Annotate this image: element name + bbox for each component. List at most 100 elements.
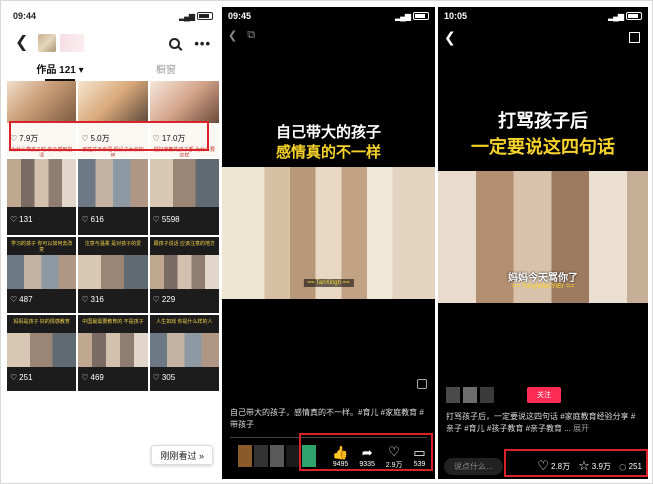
thumbnail-caption: 妈妈是孩子 好的情感教育 bbox=[13, 319, 70, 325]
work-thumbnail[interactable]: ♡ 17.0万 挺好家教的孩子都 为什么要这样 bbox=[149, 81, 219, 157]
signal-icon: ▂▄▆ bbox=[179, 11, 195, 21]
share-button[interactable]: ➦ 9335 bbox=[359, 446, 375, 468]
status-bar: 10:05 ▂▄▆ bbox=[438, 7, 648, 25]
battery-icon bbox=[197, 12, 213, 20]
status-time: 09:44 bbox=[13, 11, 37, 21]
work-thumbnail[interactable]: 学习的孩子 你可以如何去改变 ♡ 487 bbox=[7, 237, 77, 313]
like-count: 305 bbox=[161, 373, 176, 382]
pip-icon[interactable]: ⧉ bbox=[247, 29, 255, 42]
fullscreen-icon[interactable] bbox=[417, 379, 427, 389]
heart-icon: ♡ bbox=[81, 295, 89, 304]
heart-icon: ♡ bbox=[152, 215, 160, 224]
favorite-button[interactable]: ♡ 2.9万 bbox=[386, 445, 403, 470]
thumb-swatch[interactable] bbox=[286, 445, 300, 467]
comment-icon: ▭ bbox=[413, 445, 426, 460]
thumb-swatch[interactable] bbox=[270, 445, 284, 467]
thumbnail-caption: 中国最需要教育的 不是孩子 bbox=[82, 319, 144, 325]
like-count: 469 bbox=[90, 373, 104, 382]
thumbs-up-icon: 👍 bbox=[332, 445, 349, 460]
avatar[interactable] bbox=[446, 387, 460, 403]
related-thumbnails bbox=[238, 445, 316, 467]
author-row: 关注 bbox=[446, 387, 561, 403]
comment-button[interactable]: ▭ 539 bbox=[413, 446, 425, 468]
thumbnail-caption: 挺好家教的孩子都 为什么要这样 bbox=[153, 147, 216, 157]
video-screen-2: 10:05 ▂▄▆ ❮ 打骂孩子后 一定要说这四句话 妈妈今天骂你了 == To… bbox=[438, 7, 648, 479]
search-icon[interactable] bbox=[169, 37, 181, 49]
heart-icon: ♡ bbox=[152, 373, 160, 382]
more-icon[interactable]: ••• bbox=[194, 36, 211, 51]
status-time: 10:05 bbox=[444, 11, 468, 21]
expand-caption-link[interactable]: 展开 bbox=[573, 424, 589, 433]
author-name-blurred bbox=[463, 387, 477, 403]
work-thumbnail[interactable]: ♡ 7.9万 为什么带孩子时 你会感到崩溃 bbox=[7, 81, 77, 157]
heart-icon: ♡ bbox=[81, 215, 89, 224]
heart-icon: ♡ bbox=[10, 215, 18, 224]
like-count: 229 bbox=[161, 295, 176, 304]
work-thumbnail[interactable]: 人生如戏 你是什么样的人 ♡ 305 bbox=[149, 315, 219, 391]
status-time: 09:45 bbox=[228, 11, 252, 21]
thumb-swatch[interactable] bbox=[238, 445, 252, 467]
profile-screen: 09:44 ▂▄▆ ❮ ••• 作品 121 ▾ 橱窗 ♡ 7.9万 为什么带孩子… bbox=[7, 7, 219, 479]
work-thumbnail[interactable]: 跟孩子说话 应该注意的地方 ♡ 229 bbox=[149, 237, 219, 313]
share-count: 9335 bbox=[359, 461, 375, 468]
chevron-left-icon[interactable]: ❮ bbox=[15, 35, 28, 51]
like-button[interactable]: ♡ 2.8万 bbox=[537, 458, 570, 474]
thumb-swatch[interactable] bbox=[254, 445, 268, 467]
like-count: 131 bbox=[19, 215, 33, 224]
recently-viewed-button[interactable]: 刚刚看过 » bbox=[151, 445, 213, 465]
thumbnail-photo bbox=[78, 255, 148, 289]
comment-button[interactable]: ◌ 251 bbox=[619, 459, 642, 474]
heart-icon: ♡ bbox=[388, 443, 400, 459]
chevron-left-icon[interactable]: ❮ bbox=[444, 29, 456, 46]
favorite-button[interactable]: ☆ 3.9万 bbox=[578, 458, 611, 474]
tab-works[interactable]: 作品 121 ▾ bbox=[7, 61, 113, 81]
status-bar: 09:44 ▂▄▆ bbox=[7, 7, 219, 25]
like-button[interactable]: 👍 9495 bbox=[332, 446, 348, 468]
work-thumbnail[interactable]: ♡ 616 bbox=[78, 159, 148, 235]
video-subtitle: == TanXingh == bbox=[303, 279, 354, 287]
video-caption: 打骂孩子后，一定要说这四句话 #家庭教育经验分享 #亲子 #育儿 #孩子教育 #… bbox=[446, 411, 642, 436]
comment-count: 539 bbox=[413, 461, 426, 468]
thumbnail-photo bbox=[149, 255, 219, 289]
comment-count: 251 bbox=[628, 461, 642, 471]
video-title-line1: 打骂孩子后 bbox=[498, 111, 588, 131]
avatar[interactable] bbox=[38, 34, 57, 52]
thumbnail-caption: 为什么带孩子时 你会感到崩溃 bbox=[10, 147, 73, 157]
follow-button[interactable]: 关注 bbox=[527, 387, 561, 403]
video-screen-1: 09:45 ▂▄▆ ❮ ⧉ 自己带大的孩子 感情真的不一样 == TanXing… bbox=[222, 7, 435, 479]
thumbnail-photo bbox=[7, 255, 77, 289]
bottom-bar: 说点什么... ♡ 2.8万 ☆ 3.9万 ◌ 251 bbox=[438, 453, 648, 479]
thumbnail-caption: 人生如戏 你是什么样的人 bbox=[156, 319, 213, 325]
thumbnail-caption: 跟孩子说话 应该注意的地方 bbox=[153, 241, 216, 247]
thumbnail-photo bbox=[7, 159, 77, 207]
thumb-swatch[interactable] bbox=[302, 445, 316, 467]
comment-input[interactable]: 说点什么... bbox=[444, 457, 503, 475]
expand-icon[interactable] bbox=[629, 32, 640, 43]
thumbnail-caption: 学习的孩子 你可以如何去改变 bbox=[10, 241, 73, 253]
work-thumbnail[interactable]: 中国最需要教育的 不是孩子 ♡ 469 bbox=[78, 315, 148, 391]
progress-bar[interactable] bbox=[230, 437, 427, 438]
video-title-line2: 一定要说这四句话 bbox=[471, 137, 615, 157]
work-thumbnail[interactable]: ♡ 131 bbox=[7, 159, 77, 235]
chevron-left-icon[interactable]: ❮ bbox=[228, 29, 237, 42]
author-name-blurred bbox=[480, 387, 494, 403]
heart-icon: ♡ bbox=[81, 373, 89, 382]
profile-header: ❮ ••• bbox=[7, 27, 219, 59]
like-count: 316 bbox=[90, 295, 104, 304]
video-title-line2: 感情真的不一样 bbox=[275, 144, 381, 161]
heart-icon: ♡ bbox=[81, 134, 89, 143]
work-thumbnail[interactable]: 注意与温柔 是对孩子的爱 ♡ 316 bbox=[78, 237, 148, 313]
profile-tabs: 作品 121 ▾ 橱窗 bbox=[7, 61, 219, 81]
tab-showcase[interactable]: 橱窗 bbox=[113, 61, 219, 81]
heart-icon: ♡ bbox=[537, 458, 549, 473]
battery-icon bbox=[626, 12, 642, 20]
work-thumbnail[interactable]: ♡ 5.0万 家庭并不幸福 假设子女会如何 bbox=[78, 81, 148, 157]
work-thumbnail[interactable]: ♡ 5598 bbox=[149, 159, 219, 235]
like-count: 5598 bbox=[161, 215, 180, 224]
heart-icon: ♡ bbox=[152, 295, 160, 304]
thumbnail-caption: 注意与温柔 是对孩子的爱 bbox=[84, 241, 142, 247]
like-count: 5.0万 bbox=[90, 134, 110, 143]
thumbnail-photo bbox=[7, 81, 77, 123]
work-thumbnail[interactable]: 妈妈是孩子 好的情感教育 ♡ 251 bbox=[7, 315, 77, 391]
status-bar: 09:45 ▂▄▆ bbox=[222, 7, 435, 25]
